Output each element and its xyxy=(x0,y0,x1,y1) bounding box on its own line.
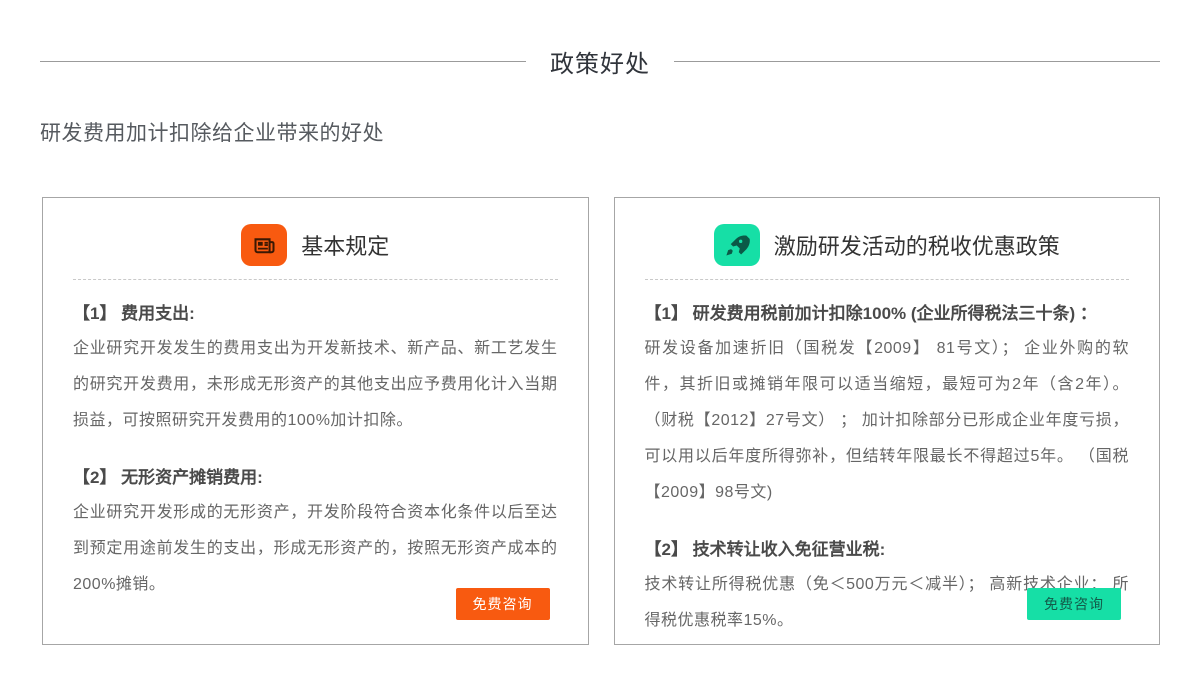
dashed-divider xyxy=(73,279,558,280)
section-body: 研发设备加速折旧（国税发【2009】 81号文）； 企业外购的软件，其折旧或摊销… xyxy=(645,331,1130,511)
section-body: 企业研究开发发生的费用支出为开发新技术、新产品、新工艺发生的研究开发费用，未形成… xyxy=(73,331,558,439)
section-heading: 【1】 费用支出: xyxy=(73,301,558,327)
policy-benefits-page: 政策好处 研发费用加计扣除给企业带来的好处 基本规定 【1】 费用支出: xyxy=(0,44,1199,645)
subtitle: 研发费用加计扣除给企业带来的好处 xyxy=(40,117,1199,147)
page-title: 政策好处 xyxy=(526,44,674,79)
card-section: 【2】 无形资产摊销费用: 企业研究开发形成的无形资产，开发阶段符合资本化条件以… xyxy=(73,465,558,603)
card-title: 基本规定 xyxy=(301,229,389,261)
rocket-icon xyxy=(714,224,760,266)
section-heading: 【2】 技术转让收入免征营业税: xyxy=(645,537,1130,563)
header-rule-left xyxy=(40,61,526,62)
section-body: 企业研究开发形成的无形资产，开发阶段符合资本化条件以后至达到预定用途前发生的支出… xyxy=(73,495,558,603)
card-basic-rules: 基本规定 【1】 费用支出: 企业研究开发发生的费用支出为开发新技术、新产品、新… xyxy=(42,197,589,645)
card-title: 激励研发活动的税收优惠政策 xyxy=(774,229,1060,261)
card-header: 激励研发活动的税收优惠政策 xyxy=(645,224,1130,266)
card-incentive-policies: 激励研发活动的税收优惠政策 【1】 研发费用税前加计扣除100% (企业所得税法… xyxy=(614,197,1161,645)
section-header: 政策好处 xyxy=(40,44,1160,79)
cards-container: 基本规定 【1】 费用支出: 企业研究开发发生的费用支出为开发新技术、新产品、新… xyxy=(42,197,1160,645)
free-consult-button[interactable]: 免费咨询 xyxy=(1027,588,1121,620)
card-section: 【1】 费用支出: 企业研究开发发生的费用支出为开发新技术、新产品、新工艺发生的… xyxy=(73,301,558,439)
dashed-divider xyxy=(645,279,1130,280)
card-section: 【1】 研发费用税前加计扣除100% (企业所得税法三十条) ： 研发设备加速折… xyxy=(645,301,1130,511)
newspaper-icon xyxy=(241,224,287,266)
header-rule-right xyxy=(674,61,1160,62)
free-consult-button[interactable]: 免费咨询 xyxy=(456,588,550,620)
section-heading: 【2】 无形资产摊销费用: xyxy=(73,465,558,491)
card-header: 基本规定 xyxy=(73,224,558,266)
section-heading: 【1】 研发费用税前加计扣除100% (企业所得税法三十条) ： xyxy=(645,301,1130,327)
